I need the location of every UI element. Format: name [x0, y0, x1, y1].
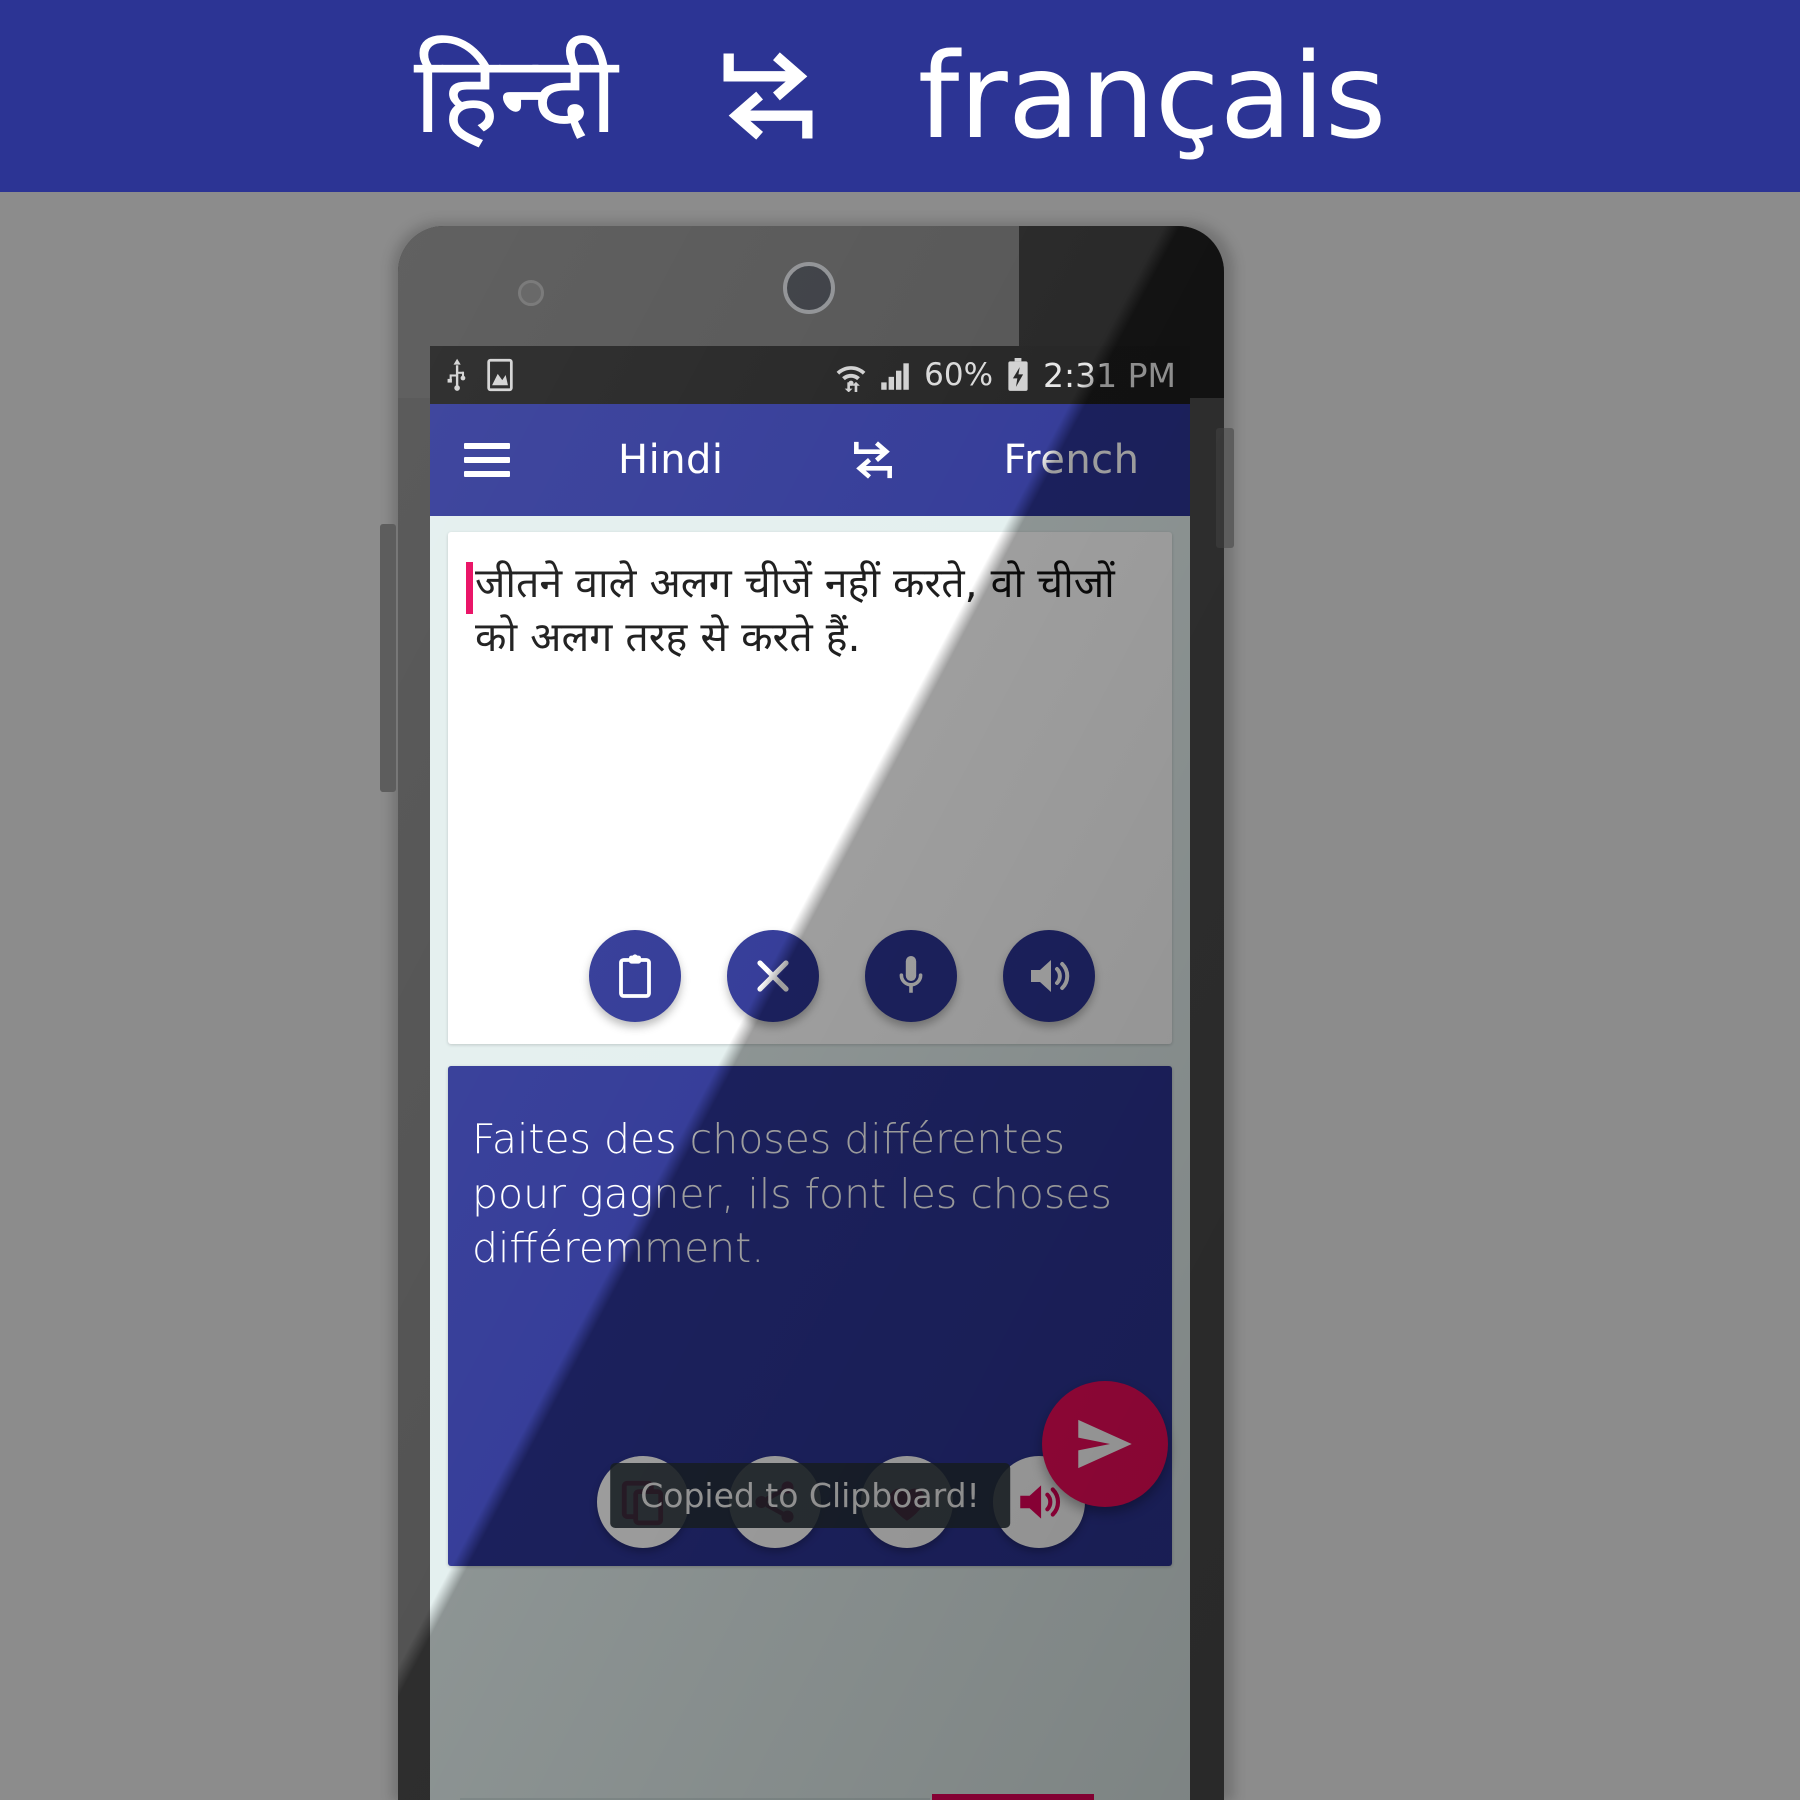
speak-source-button[interactable]	[1003, 930, 1095, 1022]
screenshot-root: हिन्दी français 60% 2:31 PM Hindi French…	[0, 0, 1800, 1800]
phone-screen: 60% 2:31 PM Hindi French जीतने वाले अलग …	[430, 346, 1190, 1800]
status-bar-clock: 2:31 PM	[1043, 355, 1176, 395]
usb-icon	[444, 358, 470, 392]
battery-percent-label: 60%	[924, 357, 994, 393]
translated-text: Faites des choses différentes pour gagne…	[472, 1115, 1112, 1273]
microphone-button[interactable]	[865, 930, 957, 1022]
toast-message: Copied to Clipboard!	[610, 1463, 1010, 1528]
screenshot-image-icon	[486, 358, 514, 392]
toolbar-source-language[interactable]: Hindi	[618, 437, 724, 483]
wifi-updown-icon	[834, 358, 868, 392]
sensor-icon	[518, 280, 544, 306]
toolbar-target-language[interactable]: French	[1004, 437, 1140, 483]
swap-repeat-icon	[708, 36, 828, 156]
front-camera-icon	[783, 262, 835, 314]
banner-source-language: हिन्दी	[413, 33, 618, 158]
cellular-signal-icon	[880, 359, 912, 391]
source-actions	[448, 930, 1172, 1022]
power-button[interactable]	[1216, 428, 1234, 548]
text-caret	[466, 562, 473, 614]
battery-charging-icon	[1005, 358, 1031, 392]
volume-button[interactable]	[380, 524, 396, 792]
translate-send-button[interactable]	[1042, 1381, 1168, 1507]
hamburger-menu-icon[interactable]	[464, 443, 510, 477]
source-text-input[interactable]: जीतने वाले अलग चीजें नहीं करते, वो चीजों…	[475, 556, 1150, 664]
status-bar: 60% 2:31 PM	[430, 346, 1190, 404]
screen-bottom-edge	[430, 1792, 1190, 1800]
banner-target-language: français	[917, 27, 1387, 165]
swap-languages-icon[interactable]	[848, 435, 898, 485]
source-text-panel[interactable]: जीतने वाले अलग चीजें नहीं करते, वो चीजों…	[448, 532, 1172, 1044]
clear-button[interactable]	[727, 930, 819, 1022]
promo-banner: हिन्दी français	[0, 0, 1800, 192]
paste-button[interactable]	[589, 930, 681, 1022]
phone-mockup: 60% 2:31 PM Hindi French जीतने वाले अलग …	[398, 226, 1224, 1800]
app-toolbar: Hindi French	[430, 404, 1190, 516]
